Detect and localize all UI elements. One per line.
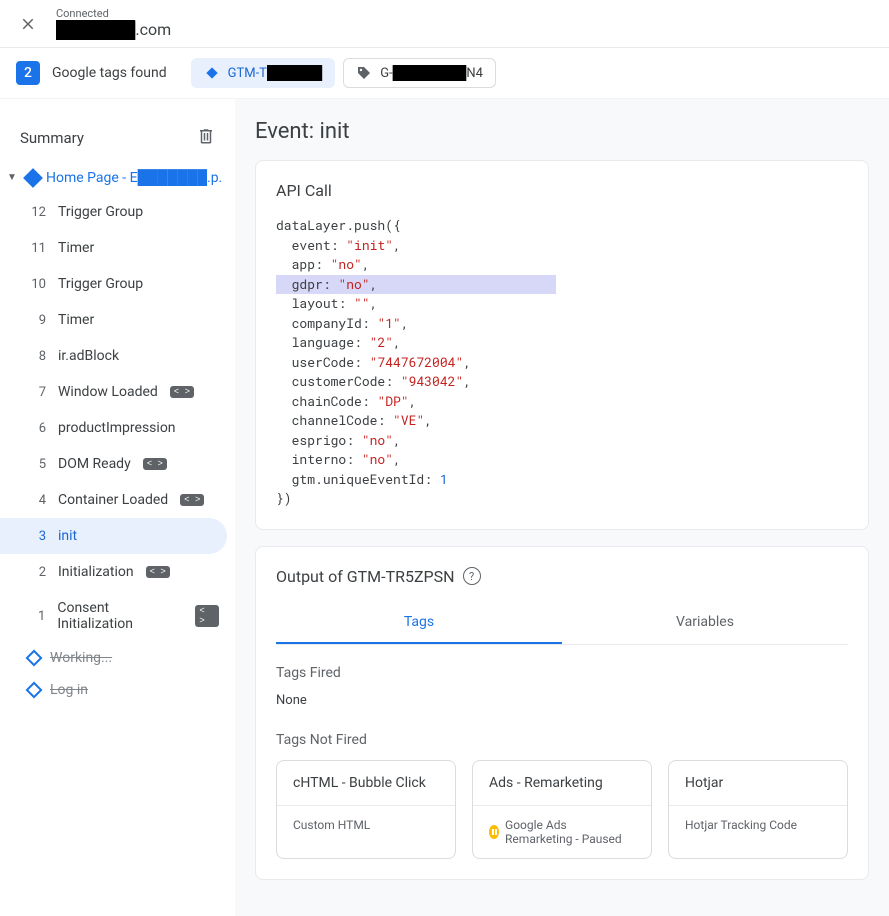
tab-variables[interactable]: Variables [562, 602, 848, 644]
event-number: 11 [28, 241, 46, 256]
code-badge-icon: < > [170, 386, 194, 398]
tags-count-badge: 2 [16, 61, 40, 85]
header-bar: Connected ███████.com [0, 0, 889, 48]
tag-card-subtitle: Custom HTML [277, 805, 455, 844]
event-name: Timer [58, 312, 94, 328]
event-name: Trigger Group [58, 204, 143, 220]
event-item[interactable]: 9 Timer [0, 302, 227, 338]
login-label: Log in [50, 682, 88, 698]
event-number: 7 [28, 385, 46, 400]
chip-gtm[interactable]: GTM-T██████ [191, 58, 336, 88]
tags-fired-label: Tags Fired [276, 665, 848, 681]
connection-info: Connected ███████.com [56, 7, 171, 40]
diamond-icon [26, 650, 43, 667]
event-name: Trigger Group [58, 276, 143, 292]
event-item[interactable]: 2 Initialization < > [0, 554, 227, 590]
tag-cards: cHTML - Bubble ClickCustom HTMLAds - Rem… [276, 760, 848, 859]
diamond-icon [26, 682, 43, 699]
chip-ga4[interactable]: G-████████N4 [343, 58, 496, 88]
event-number: 6 [28, 421, 46, 436]
close-icon[interactable] [16, 12, 40, 36]
event-item[interactable]: 12 Trigger Group [0, 194, 227, 230]
event-number: 5 [28, 457, 46, 472]
code-badge-icon: < > [195, 605, 219, 627]
tag-card[interactable]: cHTML - Bubble ClickCustom HTML [276, 760, 456, 859]
tag-card[interactable]: Ads - RemarketingGoogle Ads Remarketing … [472, 760, 652, 859]
clear-icon[interactable] [197, 127, 215, 149]
tag-card-title: cHTML - Bubble Click [277, 761, 455, 805]
code-badge-icon: < > [143, 458, 167, 470]
event-name: Timer [58, 240, 94, 256]
tag-card-title: Hotjar [669, 761, 847, 805]
tag-icon [356, 65, 372, 81]
event-title: Event: init [255, 119, 869, 144]
event-item[interactable]: 5 DOM Ready < > [0, 446, 227, 482]
output-card: Output of GTM-TR5ZPSN ? Tags Variables T… [255, 546, 869, 880]
diamond-icon [204, 65, 220, 81]
event-list: 12Trigger Group11Timer10Trigger Group9Ti… [0, 194, 235, 642]
output-tabs: Tags Variables [276, 602, 848, 645]
summary-label: Summary [20, 129, 84, 147]
sidebar: Summary ▼ Home Page - E███████.p. 12Trig… [0, 99, 235, 916]
chevron-down-icon: ▼ [4, 172, 20, 183]
tag-card-title: Ads - Remarketing [473, 761, 651, 805]
event-item[interactable]: 7 Window Loaded < > [0, 374, 227, 410]
pause-icon [489, 825, 499, 839]
event-name: Consent Initialization [57, 600, 183, 632]
tags-not-fired-label: Tags Not Fired [276, 732, 848, 748]
event-name: Container Loaded [58, 492, 168, 508]
tab-tags[interactable]: Tags [276, 602, 562, 644]
event-number: 1 [28, 609, 45, 624]
tag-card[interactable]: HotjarHotjar Tracking Code [668, 760, 848, 859]
none-text: None [276, 693, 848, 708]
event-item[interactable]: 4 Container Loaded < > [0, 482, 227, 518]
code-badge-icon: < > [146, 566, 170, 578]
code-badge-icon: < > [180, 494, 204, 506]
main-content: Event: init API Call dataLayer.push({ ev… [235, 99, 889, 916]
page-row-login[interactable]: Log in [0, 674, 235, 706]
diamond-icon [23, 168, 43, 188]
api-call-code: dataLayer.push({ event: "init", app: "no… [276, 216, 848, 509]
tags-bar: 2 Google tags found GTM-T██████ G-██████… [0, 48, 889, 99]
help-icon[interactable]: ? [463, 567, 481, 585]
api-call-heading: API Call [276, 181, 848, 200]
page-label: Home Page - E███████.p. [46, 169, 231, 186]
event-item[interactable]: 10 Trigger Group [0, 266, 227, 302]
event-name: Initialization [58, 564, 134, 580]
tag-card-subtitle: Hotjar Tracking Code [669, 805, 847, 844]
tags-found-label: Google tags found [52, 65, 167, 81]
tags-fired-section: Tags Fired None Tags Not Fired cHTML - B… [276, 645, 848, 859]
event-number: 4 [28, 493, 46, 508]
event-item[interactable]: 11 Timer [0, 230, 227, 266]
event-name: DOM Ready [58, 456, 131, 472]
tag-card-subtitle: Google Ads Remarketing - Paused [473, 805, 651, 858]
event-number: 12 [28, 205, 46, 220]
event-number: 2 [28, 565, 46, 580]
event-name: init [58, 528, 77, 544]
event-item[interactable]: 8 ir.adBlock [0, 338, 227, 374]
event-item[interactable]: 1 Consent Initialization < > [0, 590, 227, 642]
event-number: 3 [28, 529, 46, 544]
page-row-home[interactable]: ▼ Home Page - E███████.p. [0, 161, 235, 194]
output-heading: Output of GTM-TR5ZPSN ? [276, 567, 848, 586]
event-name: Window Loaded [58, 384, 158, 400]
connected-label: Connected [56, 7, 171, 20]
connection-domain: ███████.com [56, 20, 171, 40]
event-item[interactable]: 3 init [0, 518, 227, 554]
event-name: productImpression [58, 420, 176, 436]
event-number: 8 [28, 349, 46, 364]
api-call-card: API Call dataLayer.push({ event: "init",… [255, 160, 869, 530]
page-row-working[interactable]: Working... [0, 642, 235, 674]
event-number: 10 [28, 277, 46, 292]
event-item[interactable]: 6 productImpression [0, 410, 227, 446]
summary-row[interactable]: Summary [0, 115, 235, 161]
working-label: Working... [50, 650, 112, 666]
event-number: 9 [28, 313, 46, 328]
event-name: ir.adBlock [58, 348, 119, 364]
